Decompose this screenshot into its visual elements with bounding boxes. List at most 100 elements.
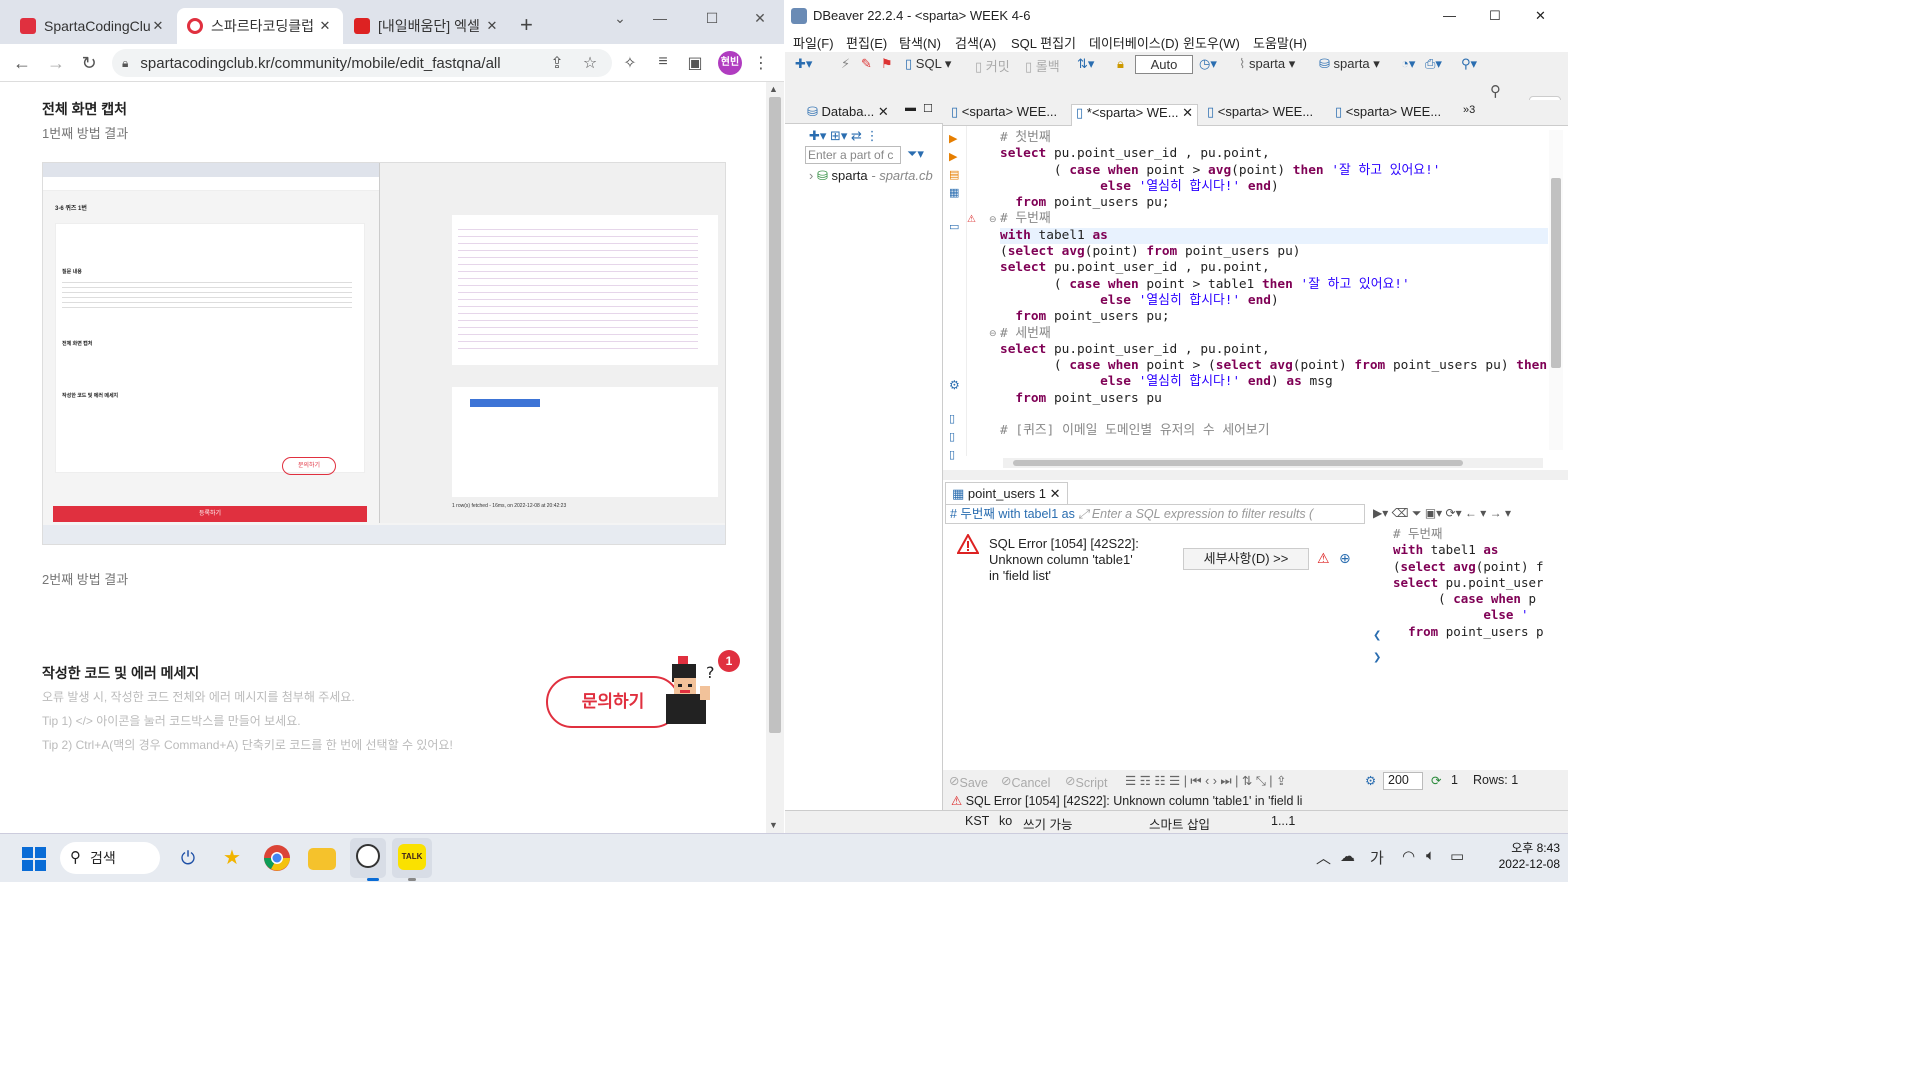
- tab-sparta-community[interactable]: 스파르타코딩클럽 ✕: [177, 8, 343, 44]
- tab-sql-script-2[interactable]: ▯ *<sparta> WE... ✕: [1071, 104, 1199, 126]
- filter-funnel-icon[interactable]: ⏷▾: [907, 146, 924, 162]
- output-icon[interactable]: ▭: [949, 220, 959, 233]
- minimize-icon[interactable]: —: [1443, 0, 1456, 32]
- kakaotalk-icon[interactable]: TALK: [392, 838, 432, 878]
- execute-in-new-tab-icon[interactable]: ▶: [949, 150, 957, 163]
- settings-gear-icon[interactable]: ⚙: [1365, 773, 1376, 788]
- tray-chevron-up-icon[interactable]: ︿: [1316, 847, 1331, 868]
- auto-commit-mode[interactable]: Auto: [1135, 55, 1193, 74]
- tab-sql-script-4[interactable]: ▯ <sparta> WEE...: [1331, 104, 1445, 126]
- export-icon[interactable]: ▯: [949, 412, 955, 425]
- new-tab-button[interactable]: +: [520, 12, 533, 38]
- menu-sql-editor[interactable]: SQL 편집기: [1011, 33, 1076, 52]
- save-button[interactable]: ⊘ Save: [949, 773, 988, 790]
- extensions-icon[interactable]: ✧: [619, 53, 641, 73]
- windows-start-icon[interactable]: [22, 847, 46, 871]
- ime-indicator[interactable]: 가: [1370, 847, 1384, 868]
- menu-kebab-icon[interactable]: ⋮: [750, 53, 772, 73]
- history-icon[interactable]: ◷▾: [1199, 56, 1217, 72]
- tab-search-chevron-icon[interactable]: ⌄: [600, 6, 640, 30]
- power-icon[interactable]: ⏻: [174, 844, 202, 872]
- editor-horizontal-scrollbar[interactable]: [1003, 458, 1543, 468]
- chevron-right-icon[interactable]: ›: [809, 168, 813, 183]
- volume-icon[interactable]: 🔈︎: [1426, 847, 1435, 864]
- tree-item-sparta[interactable]: › ⛁ sparta - sparta.cb: [809, 168, 933, 184]
- maximize-icon[interactable]: ☐: [1489, 0, 1501, 32]
- settings-gear-icon[interactable]: ⚙: [949, 378, 960, 392]
- menu-help[interactable]: 도움말(H): [1253, 33, 1307, 52]
- star-icon[interactable]: ★: [218, 844, 246, 872]
- dashboard-icon[interactable]: ◔▾: [1401, 56, 1415, 72]
- sql-code-editor[interactable]: # 첫번째 select pu.point_user_id , pu.point,…: [1000, 130, 1548, 450]
- format-icon[interactable]: ▯: [949, 448, 955, 461]
- taskbar-clock[interactable]: 오후 8:43 2022-12-08: [1470, 840, 1560, 872]
- back-arrow-icon[interactable]: ←: [10, 53, 34, 73]
- editor-vertical-scrollbar[interactable]: [1549, 130, 1563, 450]
- close-icon[interactable]: ✕: [878, 104, 889, 119]
- search-icon[interactable]: ⚲▾: [1461, 56, 1477, 72]
- filter-tools[interactable]: ▶▾ ⌫ ⏷ ▣▾ ⟳▾ ← ▾ → ▾: [1373, 506, 1511, 521]
- script-button[interactable]: ⊘ Script: [1065, 773, 1107, 790]
- tab-database-navigator[interactable]: ⛁ Databa... ✕: [807, 104, 889, 120]
- reload-icon[interactable]: ↻: [77, 53, 101, 73]
- cancel-button[interactable]: ⊘ Cancel: [1001, 773, 1050, 790]
- address-bar[interactable]: 🔒︎ spartacodingclub.kr/community/mobile/…: [112, 49, 612, 77]
- lock-icon[interactable]: 🔒︎: [1117, 56, 1124, 72]
- dbeaver-icon[interactable]: [350, 838, 386, 878]
- import-icon[interactable]: ▯: [949, 430, 955, 443]
- details-button[interactable]: 세부사항(D) >>: [1183, 548, 1309, 570]
- tab-results[interactable]: ▦ point_users 1 ✕: [945, 482, 1068, 504]
- results-filter-input[interactable]: # 두번째 with tabel1 as ⤢ Enter a SQL expre…: [945, 504, 1365, 524]
- commit-button[interactable]: ▯ 커밋: [975, 56, 1010, 75]
- scrollbar-thumb[interactable]: [769, 97, 781, 733]
- execute-statement-icon[interactable]: ▶: [949, 132, 957, 145]
- rollback-button[interactable]: ▯ 롤백: [1025, 56, 1060, 75]
- battery-icon[interactable]: ▭: [1450, 847, 1464, 865]
- minimize-icon[interactable]: —: [640, 6, 680, 30]
- close-icon[interactable]: ✕: [1050, 486, 1061, 501]
- tab-sql-script-1[interactable]: ▯ <sparta> WEE...: [947, 104, 1061, 126]
- active-schema-selector[interactable]: ⛁ sparta ▾: [1319, 56, 1380, 72]
- scrollbar-thumb[interactable]: [1013, 460, 1463, 466]
- tab-spartacodingclub[interactable]: SpartaCodingClub ✕: [10, 8, 176, 44]
- wifi-icon[interactable]: ◠: [1402, 847, 1415, 865]
- close-icon[interactable]: ✕: [484, 18, 500, 34]
- close-icon[interactable]: ✕: [1182, 105, 1193, 120]
- menu-window[interactable]: 윈도우(W): [1183, 33, 1240, 52]
- active-connection-selector[interactable]: ⌇ sparta ▾: [1239, 56, 1295, 72]
- disconnect-icon[interactable]: ✎: [861, 56, 872, 72]
- more-tabs-chevron-icon[interactable]: »3: [1459, 104, 1479, 126]
- tasks-icon[interactable]: ⎙▾: [1425, 56, 1442, 72]
- fold-marker-icon[interactable]: ⊖: [989, 328, 997, 339]
- refresh-icon[interactable]: ⟳: [1431, 773, 1441, 788]
- close-icon[interactable]: ✕: [317, 18, 333, 34]
- side-panel-icon[interactable]: ▣: [684, 53, 706, 73]
- menu-edit[interactable]: 편집(E): [846, 33, 887, 52]
- forward-arrow-icon[interactable]: →: [44, 53, 68, 73]
- error-log-icon[interactable]: ⚠: [1317, 550, 1330, 567]
- search-help-icon[interactable]: ⊕: [1339, 550, 1351, 567]
- fold-marker-icon[interactable]: ⊖: [989, 214, 997, 225]
- scroll-up-arrow-icon[interactable]: ▲: [769, 84, 778, 94]
- invalidate-icon[interactable]: ⚑: [881, 56, 893, 72]
- maximize-icon[interactable]: ☐: [692, 6, 732, 30]
- scrollbar-thumb[interactable]: [1551, 178, 1561, 368]
- close-icon[interactable]: ✕: [150, 18, 166, 34]
- fetch-size-input[interactable]: 200: [1383, 772, 1423, 790]
- menu-navigate[interactable]: 탐색(N): [899, 33, 941, 52]
- minimize-view-icon[interactable]: ▬: [905, 102, 916, 114]
- tab-sql-script-3[interactable]: ▯ <sparta> WEE...: [1203, 104, 1317, 126]
- profile-avatar[interactable]: 현빈: [718, 51, 742, 75]
- execute-script-icon[interactable]: ▤: [949, 168, 959, 181]
- new-connection-icon[interactable]: ✚▾: [795, 56, 812, 72]
- grid-tools[interactable]: ☰ ☶ ☷ ☰ | ⏮ ‹ › ⏭ | ⇅ ⤡ | ⇪: [1125, 773, 1287, 789]
- folder-icon[interactable]: [308, 848, 336, 870]
- share-icon[interactable]: ⇪: [546, 53, 568, 73]
- close-window-icon[interactable]: ✕: [1535, 0, 1546, 32]
- reading-list-icon[interactable]: ≡: [652, 53, 674, 71]
- cloud-icon[interactable]: ☁: [1340, 847, 1355, 865]
- sql-editor-button[interactable]: ▯ SQL ▾: [905, 56, 951, 72]
- menu-file[interactable]: 파일(F): [793, 33, 834, 52]
- scroll-down-arrow-icon[interactable]: ▼: [769, 820, 778, 830]
- screenshot-thumbnail[interactable]: 3-6 퀴즈 1번 질문 내용 전체 화면 캡처 작성한 코드 및 에러 메세지…: [42, 162, 726, 545]
